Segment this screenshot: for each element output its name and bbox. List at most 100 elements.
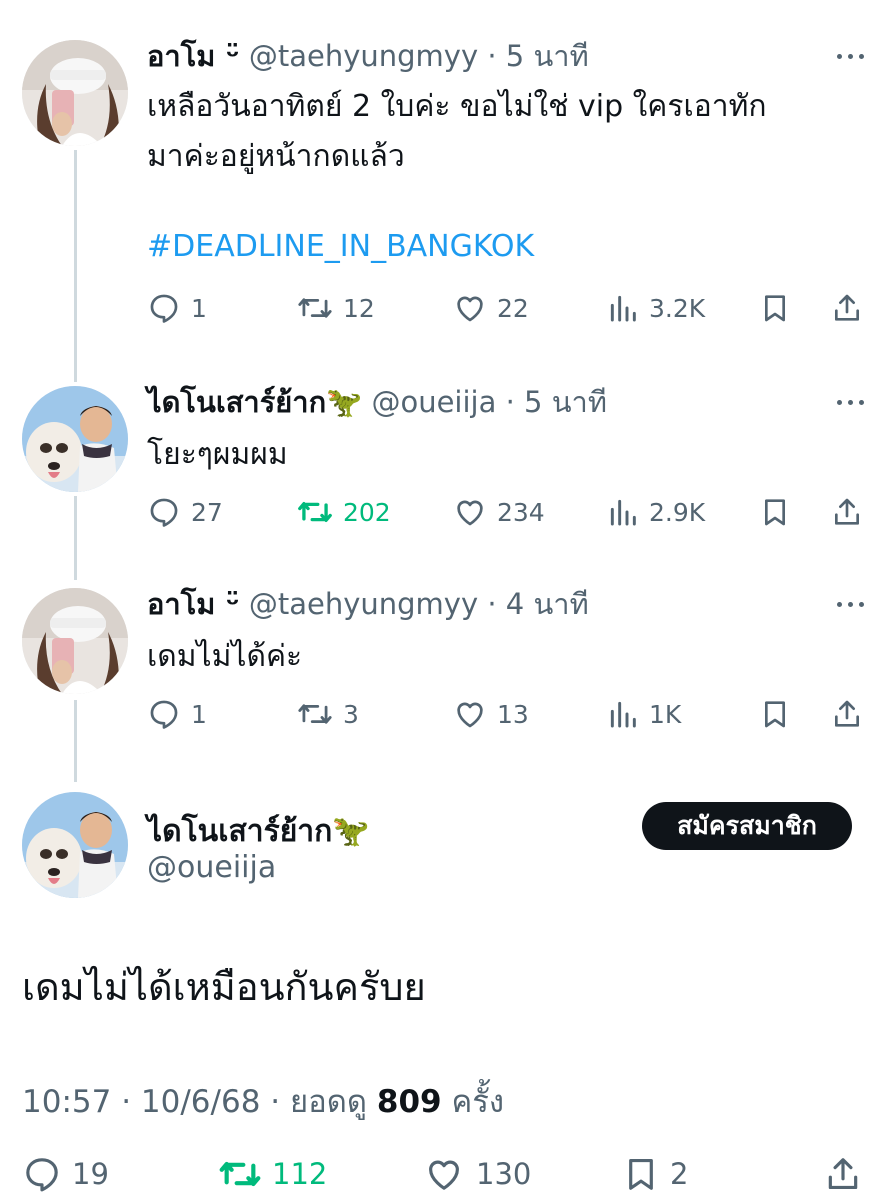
retweet-count: 202 (343, 497, 391, 527)
reply-button[interactable]: 1 (147, 286, 207, 330)
share-button[interactable] (831, 490, 863, 534)
author-handle[interactable]: @oueiija (371, 385, 496, 419)
bookmark-button[interactable] (759, 286, 791, 330)
author-handle[interactable]: @taehyungmyy (249, 39, 478, 73)
retweet-button[interactable]: 112 (218, 1150, 327, 1198)
tweet-time[interactable]: 4 นาที (506, 587, 589, 621)
reply-count: 27 (191, 497, 223, 527)
reply-icon (26, 1158, 58, 1192)
views-button[interactable]: 1K (607, 692, 681, 736)
tweet-timestamp: 10:57 · 10/6/68 · ยอดดู 809 ครั้ง (22, 1084, 504, 1120)
views-suffix: ครั้ง (451, 1084, 504, 1120)
retweet-icon (298, 704, 332, 724)
avatar-girl-cap-icon (22, 588, 128, 694)
views-label: ยอดดู (289, 1084, 368, 1120)
tweet-header: ไดโนเสาร์ย้าก🦖 @oueiija · 5 นาที (147, 382, 607, 422)
retweet-count: 3 (343, 699, 359, 729)
like-count: 13 (497, 699, 529, 729)
avatar[interactable] (22, 792, 128, 898)
retweet-button[interactable]: 12 (297, 286, 375, 330)
separator: · (487, 587, 497, 621)
avatar[interactable] (22, 386, 128, 492)
author-handle[interactable]: @taehyungmyy (249, 587, 478, 621)
views-chart-icon (610, 499, 636, 526)
avatar-girl-cap-icon (22, 40, 128, 146)
tweet-time[interactable]: 5 นาที (524, 385, 607, 419)
more-options-icon[interactable] (830, 594, 870, 614)
reply-count: 19 (72, 1157, 109, 1191)
heart-icon (457, 702, 483, 728)
dinosaur-emoji-icon: 🦖 (326, 385, 363, 419)
bookmark-icon (765, 295, 785, 322)
heart-icon (457, 296, 483, 322)
avatar-boy-dog-icon (22, 386, 128, 492)
share-icon (828, 1158, 858, 1190)
thread-line (74, 496, 77, 580)
tweet-time[interactable]: 5 นาที (506, 39, 589, 73)
avatar[interactable] (22, 40, 128, 146)
retweet-button[interactable]: 202 (297, 490, 391, 534)
reply-icon (150, 700, 178, 729)
like-count: 22 (497, 293, 529, 323)
reply-count: 1 (191, 699, 207, 729)
reply-icon (150, 294, 178, 323)
hashtag-link[interactable]: #DEADLINE_IN_BANGKOK (147, 224, 534, 270)
share-icon (835, 294, 859, 321)
more-options-icon[interactable] (830, 392, 870, 412)
avatar[interactable] (22, 588, 128, 694)
author-name[interactable]: ไดโนเสาร์ย้าก🦖 (147, 808, 370, 855)
like-button[interactable]: 22 (453, 286, 529, 330)
view-count: 2.9K (649, 497, 706, 527)
views-chart-icon (610, 701, 636, 728)
subscribe-button[interactable]: สมัครสมาชิก (642, 802, 852, 850)
views-count: 809 (376, 1084, 442, 1120)
author-handle[interactable]: @oueiija (147, 850, 276, 885)
views-button[interactable]: 3.2K (607, 286, 705, 330)
bookmark-button[interactable]: 2 (622, 1150, 688, 1198)
tweet-date[interactable]: 10/6/68 (141, 1084, 261, 1120)
author-name[interactable]: อาโม ᵕ̈ (147, 39, 240, 73)
bookmark-icon (765, 701, 785, 728)
retweet-icon (298, 502, 332, 522)
reply-button[interactable]: 1 (147, 692, 207, 736)
tweet-actions: 27 202 234 2.9K (147, 490, 867, 534)
like-button[interactable]: 130 (422, 1150, 531, 1198)
separator: · (505, 385, 515, 419)
separator: · (487, 39, 497, 73)
share-button[interactable] (824, 1150, 862, 1198)
thread-line (74, 700, 77, 782)
share-icon (835, 498, 859, 525)
retweet-count: 12 (343, 293, 375, 323)
bookmark-button[interactable] (759, 692, 791, 736)
author-name[interactable]: ไดโนเสาร์ย้าก (147, 385, 326, 419)
bookmark-count: 2 (670, 1157, 689, 1191)
share-button[interactable] (831, 286, 863, 330)
retweet-button[interactable]: 3 (297, 692, 359, 736)
tweet-actions: 1 12 22 3.2K (147, 286, 867, 330)
thread-line (74, 150, 77, 382)
reply-icon (150, 498, 178, 527)
view-count: 3.2K (649, 293, 706, 323)
tweet-actions: 1 3 13 1K (147, 692, 867, 736)
retweet-count: 112 (272, 1157, 328, 1191)
tweet-time[interactable]: 10:57 (22, 1084, 111, 1120)
views-button[interactable]: 2.9K (607, 490, 705, 534)
author-name-text: ไดโนเสาร์ย้าก (147, 814, 333, 849)
more-options-icon[interactable] (830, 46, 870, 66)
retweet-icon (298, 298, 332, 318)
tweet-header: อาโม ᵕ̈ @taehyungmyy · 4 นาที (147, 584, 589, 624)
heart-icon (429, 1160, 459, 1190)
like-button[interactable]: 13 (453, 692, 529, 736)
reply-button[interactable]: 27 (147, 490, 223, 534)
reply-button[interactable]: 19 (22, 1150, 109, 1198)
like-button[interactable]: 234 (453, 490, 545, 534)
bookmark-icon (765, 499, 785, 526)
bookmark-button[interactable] (759, 490, 791, 534)
like-count: 130 (476, 1157, 532, 1191)
author-name[interactable]: อาโม ᵕ̈ (147, 587, 240, 621)
view-count: 1K (649, 699, 682, 729)
tweet-text-line: โยะๆผมผม (147, 437, 288, 472)
like-count: 234 (497, 497, 545, 527)
share-button[interactable] (831, 692, 863, 736)
share-icon (835, 700, 859, 727)
